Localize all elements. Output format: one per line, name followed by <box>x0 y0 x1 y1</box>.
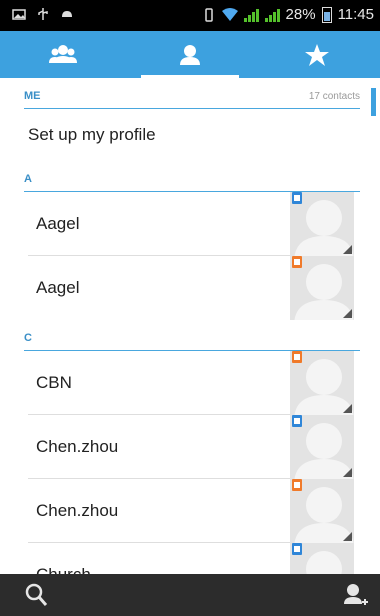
set-up-profile-item[interactable]: Set up my profile <box>28 109 360 161</box>
quick-contact-corner-icon <box>343 404 352 413</box>
contact-row[interactable]: Chen.zhou <box>28 415 380 479</box>
battery-percent: 28% <box>285 6 316 23</box>
section-header-c: C <box>24 320 360 351</box>
profile-label: Set up my profile <box>28 125 156 144</box>
quick-contact-corner-icon <box>343 245 352 254</box>
bottom-action-bar <box>0 574 380 616</box>
contact-name: CBN <box>36 373 72 392</box>
contact-name: Chen.zhou <box>36 437 119 456</box>
account-badge-icon <box>292 256 302 268</box>
clock: 11:45 <box>337 6 374 23</box>
battery-icon <box>321 6 332 23</box>
section-title-a: A <box>24 173 32 185</box>
contact-name: Aagel <box>36 278 80 297</box>
android-icon <box>62 11 72 17</box>
scrollbar-thumb[interactable] <box>371 88 376 116</box>
account-badge-icon <box>292 192 302 204</box>
section-title-c: C <box>24 332 32 344</box>
add-contact-icon[interactable] <box>342 582 368 608</box>
contact-row[interactable]: CBN <box>28 351 380 415</box>
contact-count: 17 contacts <box>308 91 360 102</box>
status-bar: 28% 11:45 <box>0 0 380 31</box>
tab-favorites[interactable] <box>253 31 380 78</box>
contact-row[interactable]: Chen.zhou <box>28 479 380 543</box>
status-left-icons <box>12 7 74 21</box>
signal-icon <box>264 8 280 22</box>
scrollbar-track <box>364 78 380 574</box>
search-icon[interactable] <box>24 583 48 607</box>
contact-name: Chen.zhou <box>36 501 119 520</box>
status-right-icons: 28% 11:45 <box>202 6 374 23</box>
groups-icon <box>49 44 78 63</box>
section-title-me: ME <box>24 90 41 102</box>
tab-bar <box>0 31 380 78</box>
signal-icon <box>243 8 259 22</box>
contact-name: Church <box>36 565 91 574</box>
favorites-star-icon <box>304 43 329 66</box>
wifi-icon <box>221 7 238 21</box>
account-badge-icon <box>292 351 302 363</box>
contacts-list[interactable]: ME 17 contacts Set up my profile A Aagel… <box>0 78 380 574</box>
contact-row[interactable]: Church <box>28 543 380 574</box>
quick-contact-corner-icon <box>343 468 352 477</box>
tab-groups[interactable] <box>0 31 127 78</box>
quick-contact-corner-icon <box>343 532 352 541</box>
account-badge-icon <box>292 415 302 427</box>
picture-icon <box>12 9 26 20</box>
usb-icon <box>38 8 48 20</box>
account-badge-icon <box>292 479 302 491</box>
vibrate-icon <box>204 7 213 22</box>
quick-contact-corner-icon <box>343 309 352 318</box>
contact-row[interactable]: Aagel <box>28 256 380 320</box>
contact-name: Aagel <box>36 214 80 233</box>
section-header-a: A <box>24 161 360 192</box>
tab-contacts[interactable] <box>127 31 254 78</box>
contacts-icon <box>180 44 200 65</box>
contact-row[interactable]: Aagel <box>28 192 380 256</box>
account-badge-icon <box>292 543 302 555</box>
section-header-me: ME 17 contacts <box>24 78 360 109</box>
